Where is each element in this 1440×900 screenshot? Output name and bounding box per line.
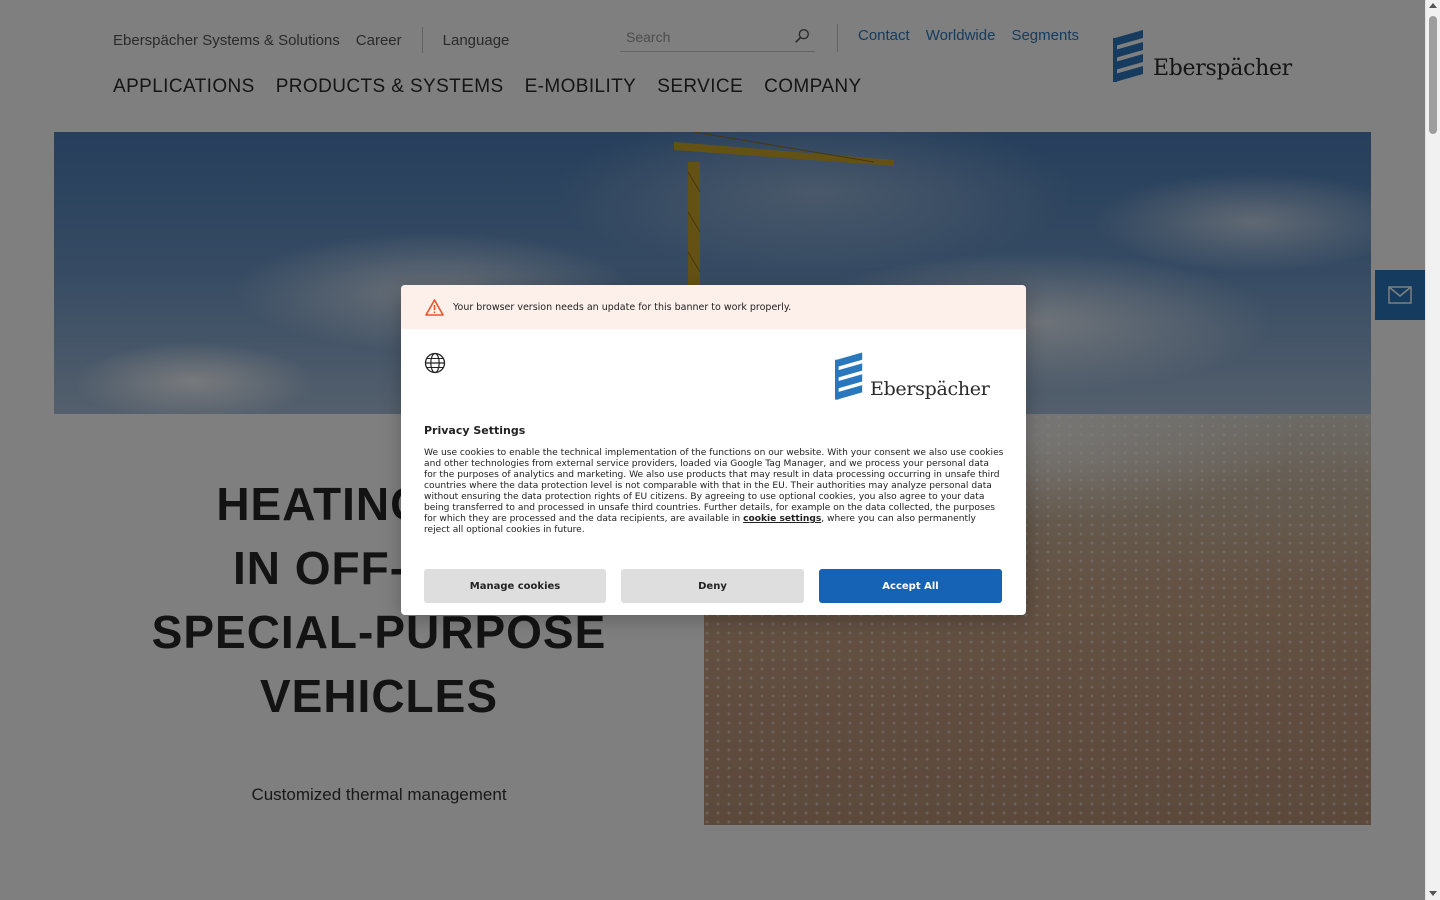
dialog-title: Privacy Settings: [424, 424, 526, 437]
dialog-body: We use cookies to enable the technical i…: [424, 448, 1004, 536]
dialog-logo-text: Eberspächer: [870, 378, 990, 400]
globe-icon[interactable]: [424, 352, 446, 374]
cookie-consent-dialog: Your browser version needs an update for…: [401, 285, 1026, 615]
cookie-settings-link[interactable]: cookie settings: [743, 514, 821, 524]
manage-cookies-button[interactable]: Manage cookies: [424, 569, 606, 603]
dialog-logo: Eberspächer: [835, 352, 990, 401]
warning-text: Your browser version needs an update for…: [453, 301, 792, 313]
warning-icon: [425, 298, 444, 316]
scroll-down-arrow[interactable]: [1429, 891, 1437, 896]
scroll-thumb[interactable]: [1429, 16, 1437, 134]
body-text: We use cookies to enable the technical i…: [424, 448, 1004, 524]
deny-button[interactable]: Deny: [621, 569, 804, 603]
vertical-scrollbar[interactable]: [1425, 0, 1440, 900]
eberspaecher-logo-icon: [835, 352, 863, 400]
browser-warning-bar: Your browser version needs an update for…: [401, 285, 1026, 329]
accept-all-button[interactable]: Accept All: [819, 569, 1002, 603]
scroll-up-arrow[interactable]: [1429, 3, 1437, 8]
